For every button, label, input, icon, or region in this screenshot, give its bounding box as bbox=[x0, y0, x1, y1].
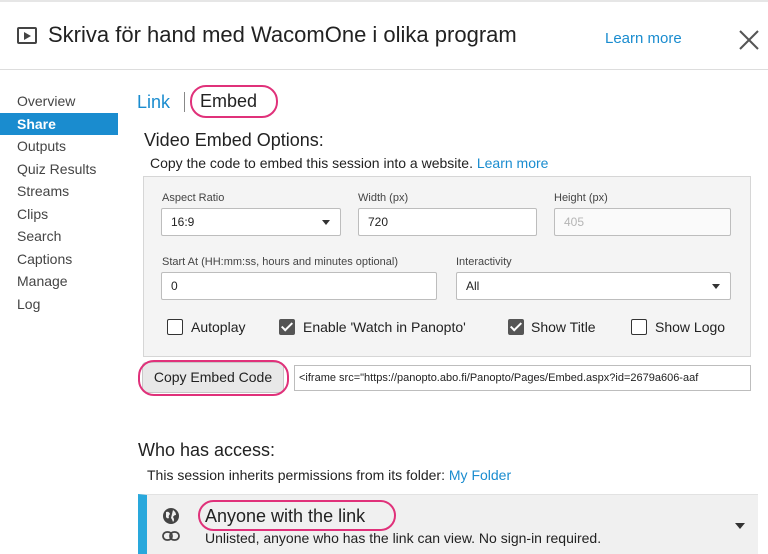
video-play-icon bbox=[17, 27, 37, 44]
sidebar-item-manage[interactable]: Manage bbox=[0, 270, 118, 293]
sidebar-nav: Overview Share Outputs Quiz Results Stre… bbox=[0, 90, 118, 315]
embed-description: Copy the code to embed this session into… bbox=[150, 155, 548, 171]
sidebar-item-streams[interactable]: Streams bbox=[0, 180, 118, 203]
sidebar-item-overview[interactable]: Overview bbox=[0, 90, 118, 113]
interactivity-select[interactable]: All bbox=[456, 272, 731, 300]
access-description: This session inherits permissions from i… bbox=[147, 467, 511, 483]
tab-embed[interactable]: Embed bbox=[200, 91, 257, 112]
start-at-input[interactable]: 0 bbox=[161, 272, 437, 300]
interactivity-label: Interactivity bbox=[456, 256, 512, 268]
embed-learn-more-link[interactable]: Learn more bbox=[477, 155, 549, 171]
show-title-checkbox[interactable] bbox=[508, 319, 524, 335]
copy-embed-code-button[interactable]: Copy Embed Code bbox=[142, 362, 284, 393]
width-label: Width (px) bbox=[358, 192, 409, 204]
sidebar-item-clips[interactable]: Clips bbox=[0, 203, 118, 226]
sidebar-item-search[interactable]: Search bbox=[0, 225, 118, 248]
sidebar-item-captions[interactable]: Captions bbox=[0, 248, 118, 271]
link-icon bbox=[162, 531, 180, 541]
tab-separator bbox=[184, 92, 185, 112]
chevron-down-icon bbox=[735, 523, 745, 529]
show-logo-checkbox[interactable] bbox=[631, 319, 647, 335]
height-label: Height (px) bbox=[554, 192, 608, 204]
embed-description-text: Copy the code to embed this session into… bbox=[150, 155, 473, 171]
watch-in-panopto-label: Enable 'Watch in Panopto' bbox=[303, 319, 466, 335]
my-folder-link[interactable]: My Folder bbox=[449, 467, 511, 483]
embed-code-field[interactable]: <iframe src="https://panopto.abo.fi/Pano… bbox=[294, 365, 751, 391]
sidebar-item-log[interactable]: Log bbox=[0, 293, 118, 316]
autoplay-label: Autoplay bbox=[191, 319, 246, 335]
session-title: Skriva för hand med WacomOne i olika pro… bbox=[48, 22, 517, 47]
aspect-ratio-value: 16:9 bbox=[171, 215, 195, 229]
close-icon[interactable] bbox=[737, 28, 761, 52]
show-title-label: Show Title bbox=[531, 319, 596, 335]
chevron-down-icon bbox=[712, 284, 720, 289]
width-input[interactable]: 720 bbox=[358, 208, 537, 236]
who-has-access-title: Who has access: bbox=[138, 440, 276, 460]
access-level-title: Anyone with the link bbox=[205, 506, 366, 526]
aspect-ratio-label: Aspect Ratio bbox=[162, 192, 225, 204]
autoplay-checkbox[interactable] bbox=[167, 319, 183, 335]
learn-more-link[interactable]: Learn more bbox=[605, 30, 682, 47]
interactivity-value: All bbox=[466, 279, 480, 293]
aspect-ratio-select[interactable]: 16:9 bbox=[161, 208, 341, 236]
dialog-header: Skriva för hand med WacomOne i olika pro… bbox=[0, 2, 768, 70]
video-embed-options-title: Video Embed Options: bbox=[144, 130, 324, 150]
sidebar-item-outputs[interactable]: Outputs bbox=[0, 135, 118, 158]
start-at-label: Start At (HH:mm:ss, hours and minutes op… bbox=[162, 256, 398, 268]
show-logo-label: Show Logo bbox=[655, 319, 726, 335]
sidebar-item-share[interactable]: Share bbox=[0, 112, 118, 135]
sidebar-item-quiz-results[interactable]: Quiz Results bbox=[0, 158, 118, 181]
globe-icon bbox=[163, 508, 179, 524]
chevron-down-icon bbox=[322, 220, 330, 225]
tab-link[interactable]: Link bbox=[137, 92, 170, 113]
watch-in-panopto-checkbox[interactable] bbox=[279, 319, 295, 335]
height-input[interactable]: 405 bbox=[554, 208, 731, 236]
access-description-text: This session inherits permissions from i… bbox=[147, 467, 445, 483]
access-level-description: Unlisted, anyone who has the link can vi… bbox=[205, 530, 602, 546]
